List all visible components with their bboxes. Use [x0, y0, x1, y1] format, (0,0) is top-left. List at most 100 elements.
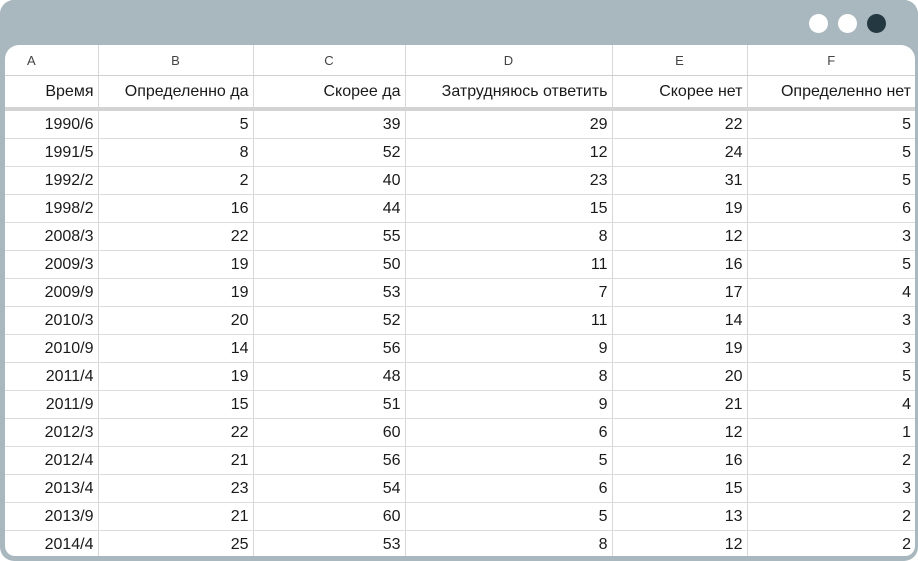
table-cell[interactable]: 2011/4 — [5, 362, 99, 391]
table-cell[interactable]: 2012/3 — [5, 418, 99, 447]
table-cell[interactable]: 23 — [98, 474, 254, 503]
table-cell[interactable]: 48 — [253, 362, 406, 391]
table-cell[interactable]: 19 — [612, 334, 748, 363]
table-cell[interactable]: 8 — [98, 138, 254, 167]
table-cell[interactable]: 9 — [405, 334, 613, 363]
table-cell[interactable]: 19 — [98, 278, 254, 307]
table-cell[interactable]: 24 — [612, 138, 748, 167]
table-cell[interactable]: 2 — [747, 530, 915, 556]
table-cell[interactable]: 2013/4 — [5, 474, 99, 503]
table-cell[interactable]: 16 — [612, 446, 748, 475]
table-cell[interactable]: 8 — [405, 530, 613, 556]
column-letter-b[interactable]: B — [98, 45, 254, 76]
table-cell[interactable]: 14 — [98, 334, 254, 363]
table-cell[interactable]: 2 — [747, 502, 915, 531]
table-cell[interactable]: 19 — [98, 362, 254, 391]
column-letter-f[interactable]: F — [747, 45, 915, 76]
table-cell[interactable]: 19 — [98, 250, 254, 279]
table-cell[interactable]: 5 — [405, 502, 613, 531]
table-cell[interactable]: 17 — [612, 278, 748, 307]
table-cell[interactable]: 6 — [747, 194, 915, 223]
table-cell[interactable]: 5 — [747, 138, 915, 167]
table-cell[interactable]: 53 — [253, 278, 406, 307]
table-cell[interactable]: 55 — [253, 222, 406, 251]
table-cell[interactable]: 3 — [747, 222, 915, 251]
table-cell[interactable]: 2011/9 — [5, 390, 99, 419]
header-cell[interactable]: Скорее нет — [612, 75, 748, 111]
window-button-1[interactable] — [809, 14, 828, 33]
table-cell[interactable]: 56 — [253, 446, 406, 475]
table-cell[interactable]: 39 — [253, 109, 406, 139]
table-cell[interactable]: 25 — [98, 530, 254, 556]
table-cell[interactable]: 12 — [612, 530, 748, 556]
table-cell[interactable]: 22 — [98, 222, 254, 251]
table-cell[interactable]: 4 — [747, 390, 915, 419]
table-cell[interactable]: 40 — [253, 166, 406, 195]
table-cell[interactable]: 2 — [747, 446, 915, 475]
table-cell[interactable]: 50 — [253, 250, 406, 279]
table-cell[interactable]: 5 — [747, 362, 915, 391]
table-cell[interactable]: 16 — [612, 250, 748, 279]
table-cell[interactable]: 13 — [612, 502, 748, 531]
table-cell[interactable]: 12 — [612, 418, 748, 447]
window-button-2[interactable] — [838, 14, 857, 33]
table-cell[interactable]: 15 — [98, 390, 254, 419]
table-cell[interactable]: 20 — [98, 306, 254, 335]
table-cell[interactable]: 60 — [253, 502, 406, 531]
table-cell[interactable]: 1 — [747, 418, 915, 447]
table-cell[interactable]: 52 — [253, 138, 406, 167]
table-cell[interactable]: 6 — [405, 418, 613, 447]
table-cell[interactable]: 22 — [612, 109, 748, 139]
table-cell[interactable]: 5 — [747, 250, 915, 279]
table-cell[interactable]: 51 — [253, 390, 406, 419]
column-letter-a[interactable]: A — [5, 45, 99, 76]
table-cell[interactable]: 5 — [98, 109, 254, 139]
table-cell[interactable]: 5 — [747, 166, 915, 195]
table-cell[interactable]: 2014/4 — [5, 530, 99, 556]
table-cell[interactable]: 8 — [405, 362, 613, 391]
table-cell[interactable]: 2008/3 — [5, 222, 99, 251]
table-cell[interactable]: 5 — [405, 446, 613, 475]
table-cell[interactable]: 21 — [98, 502, 254, 531]
table-cell[interactable]: 2 — [98, 166, 254, 195]
table-cell[interactable]: 8 — [405, 222, 613, 251]
table-cell[interactable]: 44 — [253, 194, 406, 223]
table-cell[interactable]: 31 — [612, 166, 748, 195]
table-cell[interactable]: 1992/2 — [5, 166, 99, 195]
table-cell[interactable]: 5 — [747, 109, 915, 139]
table-cell[interactable]: 4 — [747, 278, 915, 307]
table-cell[interactable]: 12 — [405, 138, 613, 167]
table-cell[interactable]: 1990/6 — [5, 109, 99, 139]
table-cell[interactable]: 23 — [405, 166, 613, 195]
table-cell[interactable]: 12 — [612, 222, 748, 251]
table-cell[interactable]: 52 — [253, 306, 406, 335]
table-cell[interactable]: 2010/3 — [5, 306, 99, 335]
header-cell[interactable]: Скорее да — [253, 75, 406, 111]
window-button-3[interactable] — [867, 14, 886, 33]
column-letter-c[interactable]: C — [253, 45, 406, 76]
column-letter-e[interactable]: E — [612, 45, 748, 76]
table-cell[interactable]: 7 — [405, 278, 613, 307]
table-cell[interactable]: 21 — [612, 390, 748, 419]
table-cell[interactable]: 53 — [253, 530, 406, 556]
table-cell[interactable]: 21 — [98, 446, 254, 475]
table-cell[interactable]: 2009/9 — [5, 278, 99, 307]
table-cell[interactable]: 6 — [405, 474, 613, 503]
table-cell[interactable]: 22 — [98, 418, 254, 447]
table-cell[interactable]: 11 — [405, 306, 613, 335]
table-cell[interactable]: 54 — [253, 474, 406, 503]
table-cell[interactable]: 56 — [253, 334, 406, 363]
table-cell[interactable]: 15 — [612, 474, 748, 503]
header-cell[interactable]: Определенно да — [98, 75, 254, 111]
header-cell[interactable]: Определенно нет — [747, 75, 915, 111]
table-cell[interactable]: 2012/4 — [5, 446, 99, 475]
table-cell[interactable]: 20 — [612, 362, 748, 391]
table-cell[interactable]: 14 — [612, 306, 748, 335]
table-cell[interactable]: 16 — [98, 194, 254, 223]
table-cell[interactable]: 3 — [747, 474, 915, 503]
table-cell[interactable]: 3 — [747, 334, 915, 363]
table-cell[interactable]: 60 — [253, 418, 406, 447]
table-cell[interactable]: 19 — [612, 194, 748, 223]
table-cell[interactable]: 3 — [747, 306, 915, 335]
table-cell[interactable]: 2013/9 — [5, 502, 99, 531]
